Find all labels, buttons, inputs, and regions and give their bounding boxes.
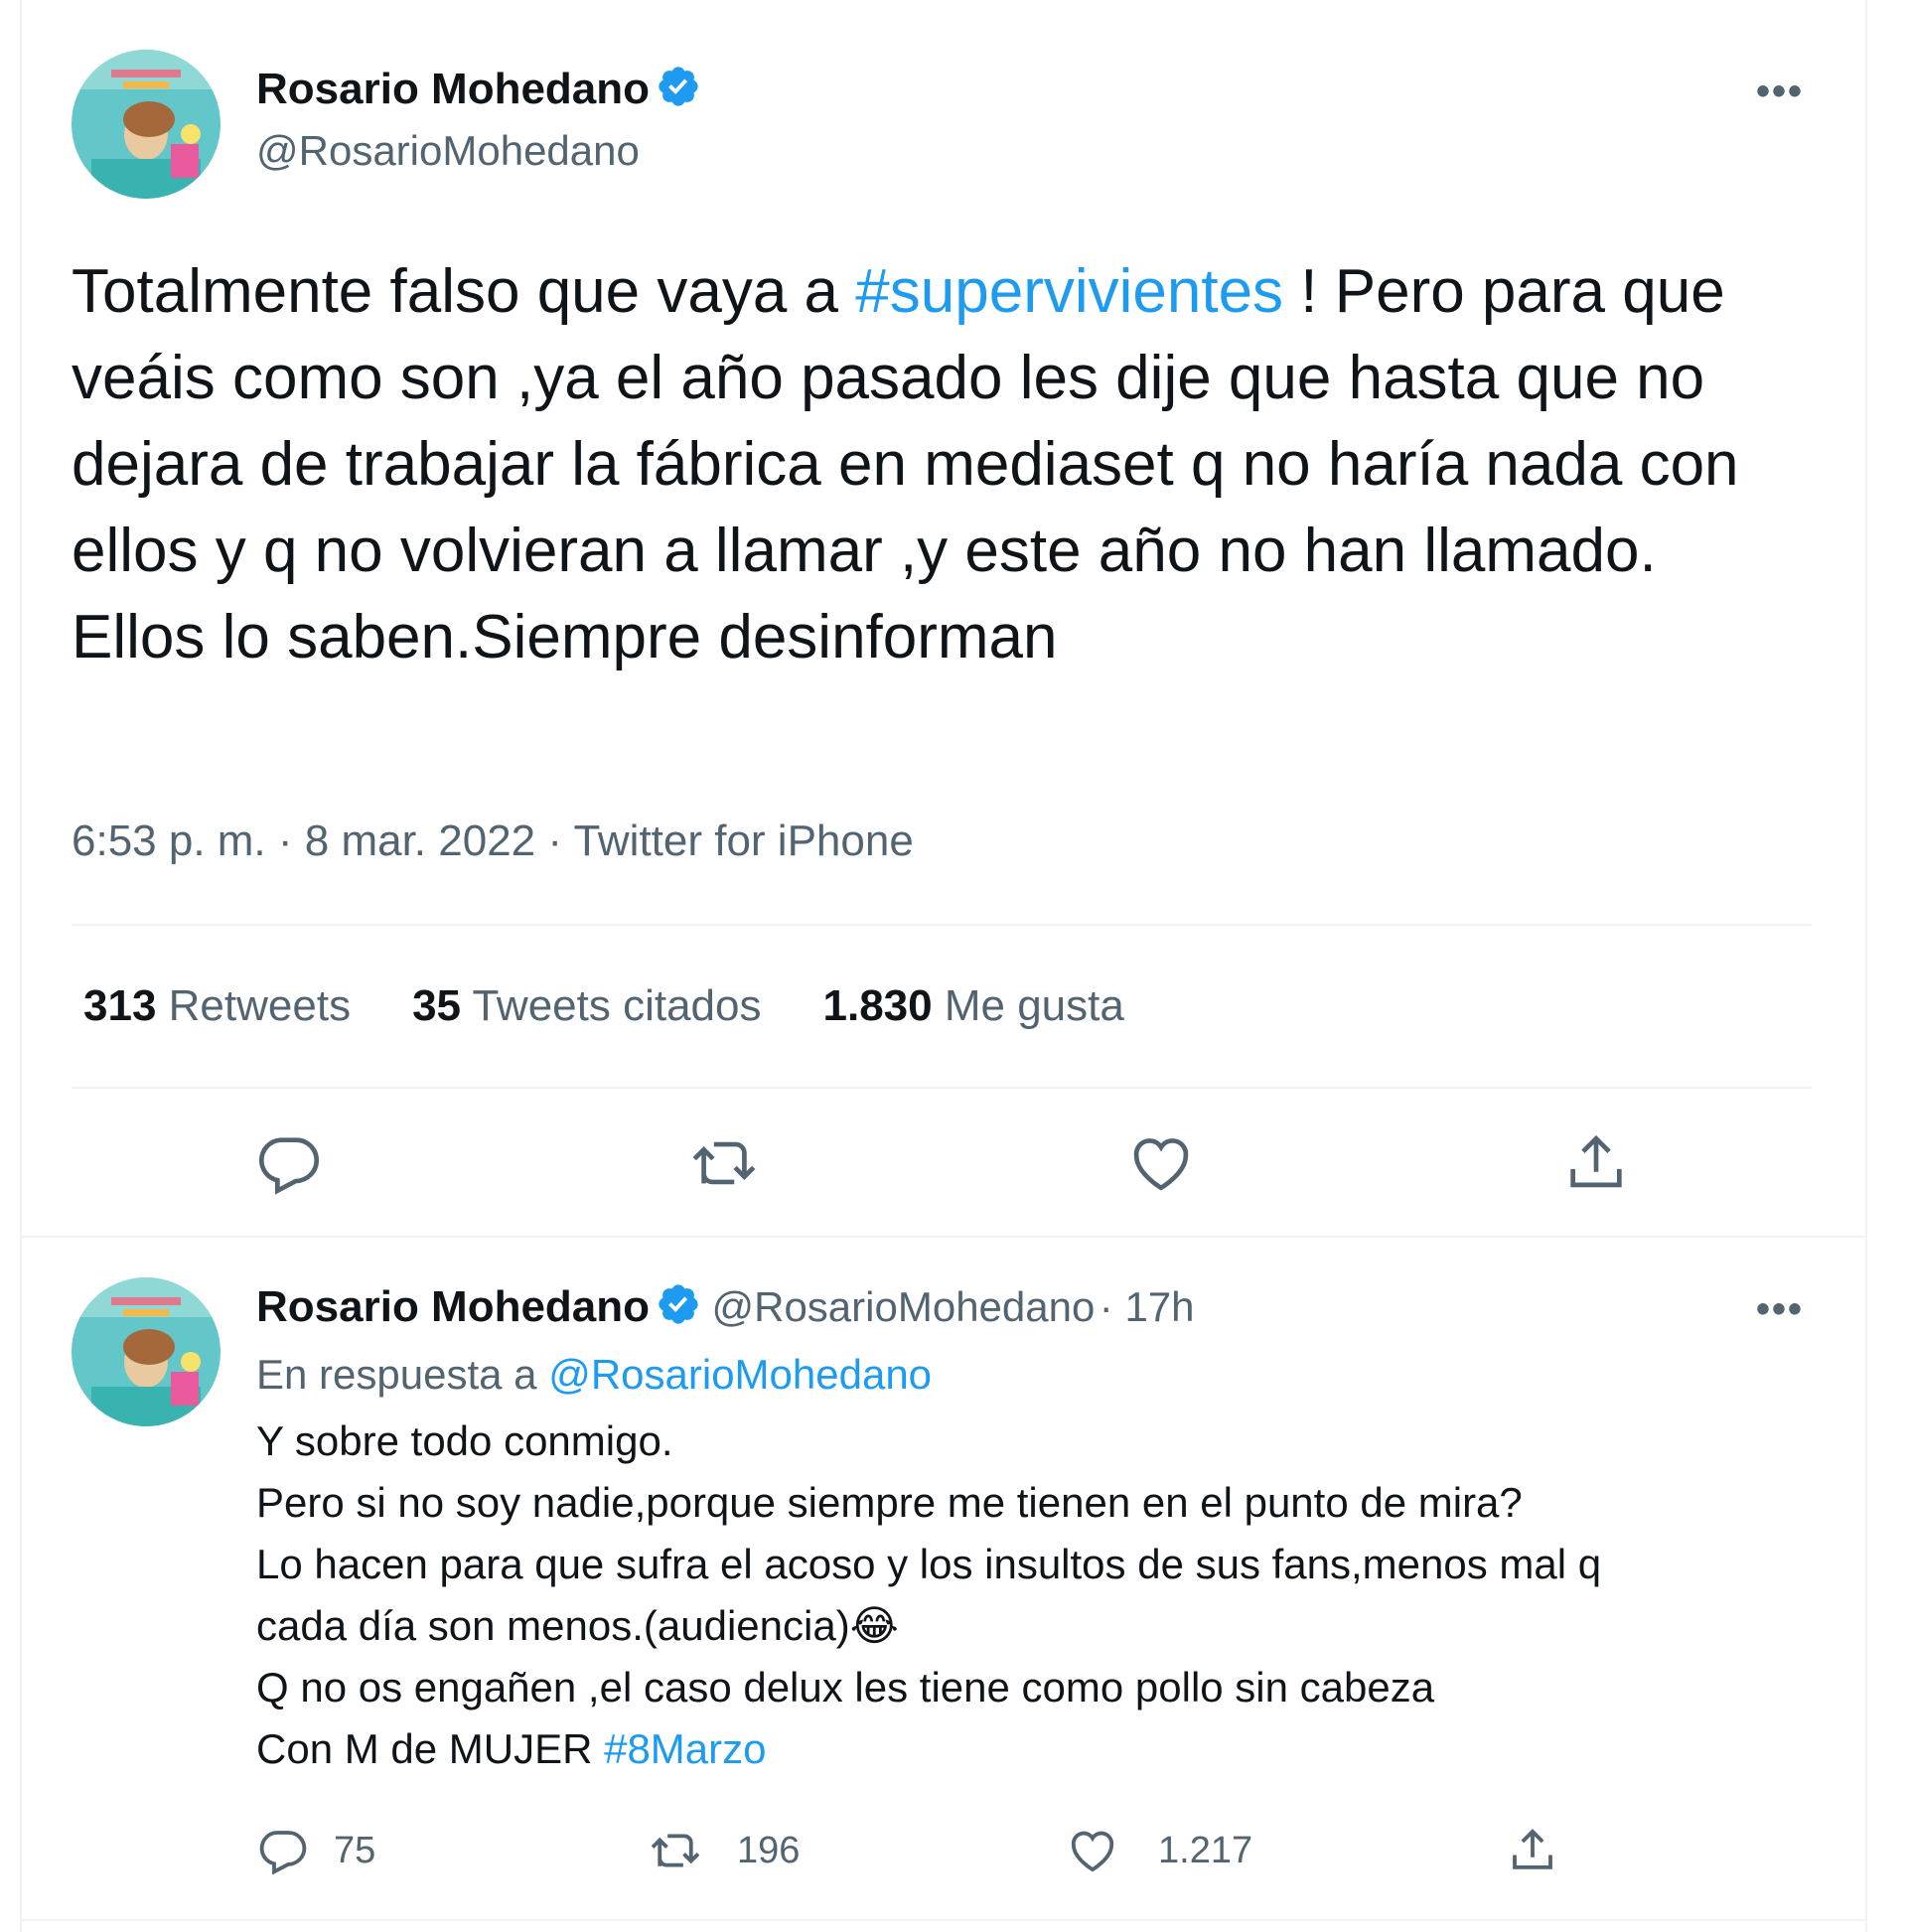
reply-last-line-text: Con M de MUJER xyxy=(256,1725,605,1772)
like-icon[interactable] xyxy=(1065,1824,1120,1877)
author-name-row[interactable]: Rosario Mohedano xyxy=(256,64,701,114)
tweet-stats: 313 Retweets 35 Tweets citados 1.830 Me gu… xyxy=(83,981,1124,1031)
retweet-icon[interactable] xyxy=(646,1824,705,1877)
divider xyxy=(72,1087,1812,1089)
reply-header: Rosario Mohedano @RosarioMohedano · 17h xyxy=(256,1281,1195,1332)
reply-text: Y sobre todo conmigo. Pero si no soy nad… xyxy=(256,1411,1806,1780)
reply-action[interactable]: 75 xyxy=(256,1824,375,1877)
like-action[interactable]: 1.217 xyxy=(1065,1824,1252,1877)
reply-time[interactable]: · 17h xyxy=(1100,1283,1195,1330)
hashtag-link[interactable]: #supervivientes xyxy=(855,257,1283,326)
retweets-count: 313 xyxy=(83,981,157,1030)
share-icon[interactable] xyxy=(1561,1128,1631,1198)
retweet-icon[interactable] xyxy=(689,1128,759,1198)
reply-line: Q no os engañen ,el caso delux les tiene… xyxy=(256,1664,1435,1710)
quotes-count: 35 xyxy=(412,981,462,1030)
likes-stat[interactable]: 1.830 Me gusta xyxy=(823,981,1124,1030)
divider xyxy=(20,1919,1867,1921)
divider xyxy=(72,924,1812,926)
author-handle[interactable]: @RosarioMohedano xyxy=(256,127,640,175)
likes-count: 1.830 xyxy=(822,981,933,1030)
hashtag-link[interactable]: #8Marzo xyxy=(604,1725,766,1772)
quotes-label: Tweets citados xyxy=(472,981,762,1030)
retweets-label: Retweets xyxy=(168,981,352,1030)
retweet-action[interactable]: 196 xyxy=(646,1824,800,1877)
reply-line: Y sobre todo conmigo. xyxy=(256,1417,673,1464)
likes-label: Me gusta xyxy=(944,981,1124,1030)
reply-icon[interactable] xyxy=(256,1824,310,1877)
reply-line: Pero si no soy nadie,porque siempre me t… xyxy=(256,1479,1523,1526)
reply-line: cada día son menos.(audiencia)😂 xyxy=(256,1602,899,1649)
quotes-stat[interactable]: 35 Tweets citados xyxy=(412,981,761,1030)
author-name[interactable]: Rosario Mohedano xyxy=(256,65,650,113)
more-options-icon[interactable]: ••• xyxy=(1756,70,1804,114)
tweet-text: Totalmente falso que vaya a #supervivien… xyxy=(72,248,1839,680)
in-reply-to: En respuesta a @RosarioMohedano xyxy=(256,1351,932,1399)
reply-icon[interactable] xyxy=(254,1128,324,1198)
reply-author-name[interactable]: Rosario Mohedano xyxy=(256,1282,650,1331)
like-icon[interactable] xyxy=(1126,1128,1196,1198)
tweet-text-last-line: Ellos lo saben.Siempre desinforman xyxy=(72,603,1058,671)
share-icon[interactable] xyxy=(1506,1824,1559,1877)
like-count: 1.217 xyxy=(1158,1829,1253,1871)
reply-count: 75 xyxy=(334,1829,376,1871)
reply-last-line: Con M de MUJER #8Marzo xyxy=(256,1718,1806,1780)
mention-link[interactable]: @RosarioMohedano xyxy=(548,1351,932,1398)
verified-badge-icon xyxy=(659,67,698,106)
divider xyxy=(20,1236,1867,1238)
retweets-stat[interactable]: 313 Retweets xyxy=(83,981,351,1030)
avatar-image xyxy=(72,1277,220,1426)
reply-line: Lo hacen para que sufra el acoso y los i… xyxy=(256,1541,1602,1587)
retweet-count: 196 xyxy=(737,1829,801,1871)
verified-badge-icon xyxy=(659,1284,698,1324)
reply-author-avatar[interactable] xyxy=(72,1277,220,1426)
tweet-text-start: Totalmente falso que vaya a xyxy=(72,257,856,326)
tweet-meta[interactable]: 6:53 p. m. · 8 mar. 2022 · Twitter for i… xyxy=(72,817,914,866)
more-options-icon[interactable]: ••• xyxy=(1756,1287,1804,1332)
in-reply-prefix: En respuesta a xyxy=(256,1351,549,1398)
reply-author-handle[interactable]: @RosarioMohedano xyxy=(711,1283,1095,1330)
avatar-image xyxy=(72,50,220,199)
author-avatar[interactable] xyxy=(72,50,220,199)
